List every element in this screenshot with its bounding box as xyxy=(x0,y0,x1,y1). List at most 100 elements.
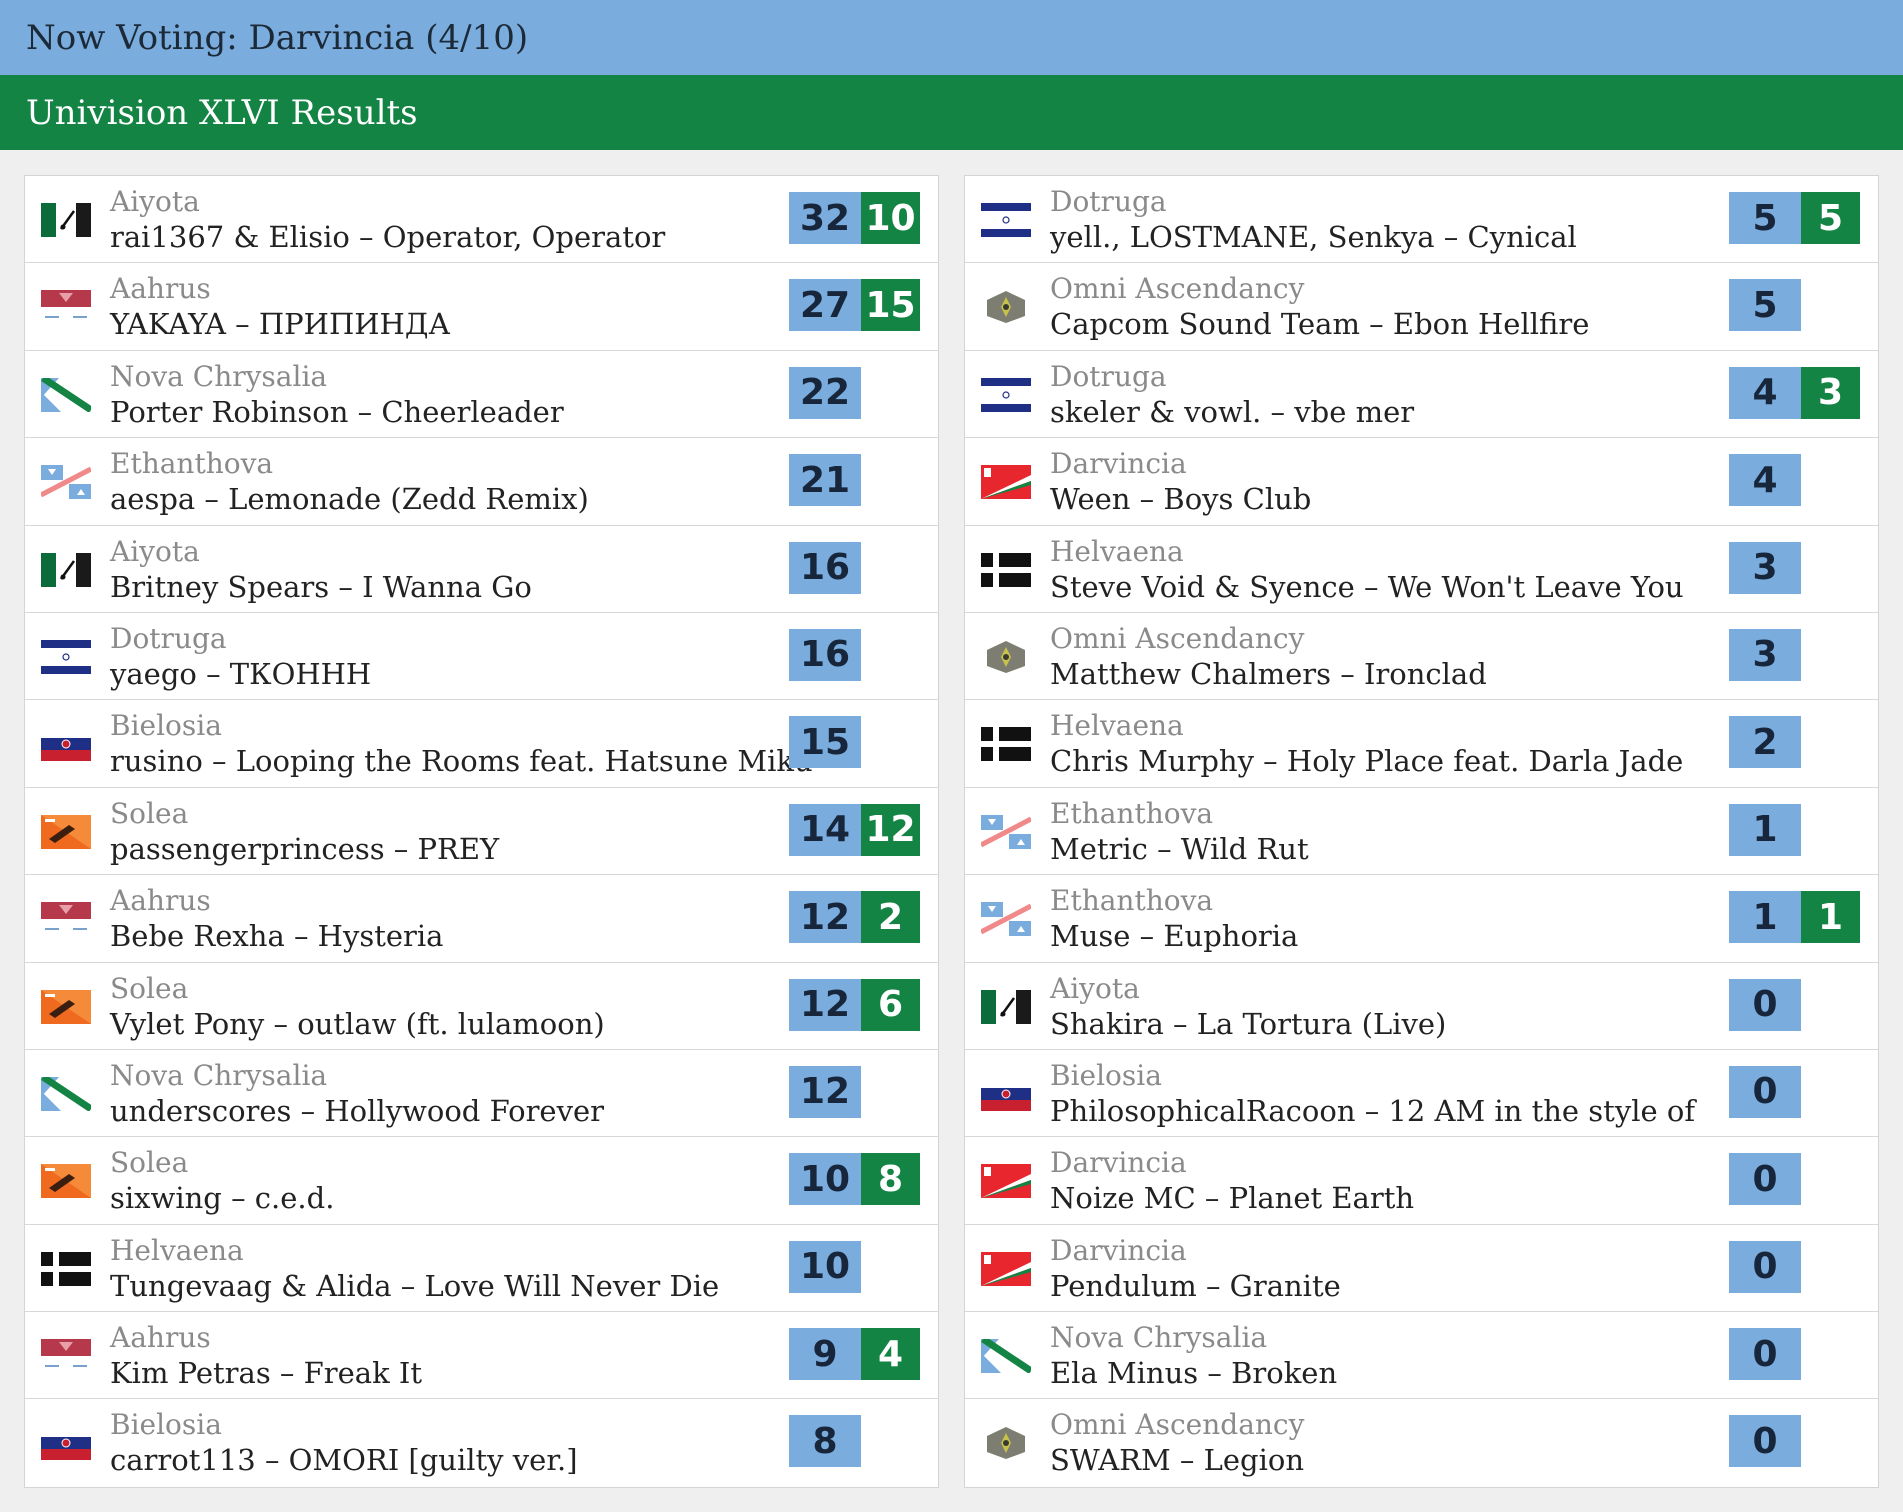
total-points-badge: 3 xyxy=(1729,628,1801,681)
result-row: Bielosia carrot113 – OMORI [guilty ver.]… xyxy=(25,1399,938,1486)
entry-text: Omni Ascendancy Matthew Chalmers – Ironc… xyxy=(1050,621,1728,692)
total-points-badge: 5 xyxy=(1729,279,1801,332)
song-title: Muse – Euphoria xyxy=(1050,919,1299,954)
total-points-badge: 2 xyxy=(1729,716,1801,769)
nova-flag-icon xyxy=(981,1339,1031,1374)
omni-flag-icon xyxy=(981,639,1031,674)
entry-text: Ethanthova Muse – Euphoria xyxy=(1050,883,1728,954)
helvaena-flag-icon xyxy=(41,1251,91,1286)
total-points-badge: 5 xyxy=(1729,192,1801,244)
entry-text: Ethanthova aespa – Lemonade (Zedd Remix) xyxy=(110,446,788,517)
entry-text: Helvaena Steve Void & Syence – We Won't … xyxy=(1050,534,1728,605)
country-name: Dotruga xyxy=(1050,359,1167,393)
entry-text: Helvaena Chris Murphy – Holy Place feat.… xyxy=(1050,708,1728,779)
total-points-badge: 0 xyxy=(1729,1240,1801,1293)
result-row: Ethanthova Metric – Wild Rut 1 xyxy=(965,788,1878,876)
song-title: rusino – Looping the Rooms feat. Hatsune… xyxy=(110,744,813,779)
song-title: Steve Void & Syence – We Won't Leave You xyxy=(1050,569,1684,604)
entry-text: Dotruga skeler & vowl. – vbe mer xyxy=(1050,359,1728,430)
song-title: underscores – Hollywood Forever xyxy=(110,1093,605,1128)
song-title: Britney Spears – I Wanna Go xyxy=(110,569,532,604)
result-row: Aiyota rai1367 & Elisio – Operator, Oper… xyxy=(25,176,938,264)
entry-text: Helvaena Tungevaag & Alida – Love Will N… xyxy=(110,1233,788,1304)
entry-text: Nova Chrysalia underscores – Hollywood F… xyxy=(110,1058,788,1129)
jury-points-badge: 2 xyxy=(861,891,920,944)
result-row: Omni Ascendancy Matthew Chalmers – Ironc… xyxy=(965,613,1878,701)
result-row: Helvaena Chris Murphy – Holy Place feat.… xyxy=(965,700,1878,788)
country-name: Bielosia xyxy=(1050,1058,1162,1092)
entry-text: Bielosia PhilosophicalRacoon – 12 AM in … xyxy=(1050,1058,1728,1129)
entry-text: Nova Chrysalia Ela Minus – Broken xyxy=(1050,1320,1728,1391)
result-row: Aiyota Britney Spears – I Wanna Go 16 xyxy=(25,526,938,613)
result-row: Aahrus YAKAYA – ПРИПИНДА 27 15 xyxy=(25,263,938,351)
dotruga-flag-icon xyxy=(41,639,91,674)
country-name: Solea xyxy=(110,1146,189,1180)
entry-text: Dotruga yaego – ТКОННН xyxy=(110,621,788,692)
song-title: Capcom Sound Team – Ebon Hellfire xyxy=(1050,307,1590,342)
entry-text: Aiyota Shakira – La Tortura (Live) xyxy=(1050,971,1728,1042)
entry-text: Ethanthova Metric – Wild Rut xyxy=(1050,796,1728,867)
bielosia-flag-icon xyxy=(41,727,91,762)
result-row: Nova Chrysalia underscores – Hollywood F… xyxy=(25,1050,938,1138)
total-points-badge: 12 xyxy=(789,1065,861,1118)
country-name: Darvincia xyxy=(1050,1146,1187,1180)
result-row: Dotruga yell., LOSTMANE, Senkya – Cynica… xyxy=(965,176,1878,264)
country-name: Omni Ascendancy xyxy=(1050,1408,1305,1442)
result-row: Solea passengerprincess – PREY 14 12 xyxy=(25,788,938,876)
total-points-badge: 27 xyxy=(789,279,861,332)
total-points-badge: 0 xyxy=(1729,1328,1801,1381)
total-points-badge: 12 xyxy=(789,891,861,944)
total-points-badge: 1 xyxy=(1729,891,1801,944)
total-points-badge: 0 xyxy=(1729,978,1801,1031)
song-title: Kim Petras – Freak It xyxy=(110,1356,422,1391)
song-title: passengerprincess – PREY xyxy=(110,831,500,866)
country-name: Aiyota xyxy=(110,534,200,568)
entry-text: Darvincia Ween – Boys Club xyxy=(1050,446,1728,517)
entry-text: Bielosia rusino – Looping the Rooms feat… xyxy=(110,708,813,779)
result-row: Dotruga skeler & vowl. – vbe mer 4 3 xyxy=(965,351,1878,439)
result-row: Helvaena Tungevaag & Alida – Love Will N… xyxy=(25,1225,938,1313)
total-points-badge: 22 xyxy=(789,366,861,419)
total-points-badge: 12 xyxy=(789,978,861,1031)
jury-points-badge: 6 xyxy=(861,978,920,1031)
results-header: Univision XLVI Results xyxy=(0,75,1903,150)
country-name: Bielosia xyxy=(110,709,222,743)
country-name: Bielosia xyxy=(110,1408,222,1442)
total-points-badge: 10 xyxy=(789,1240,861,1293)
now-voting-bar: Now Voting: Darvincia (4/10) xyxy=(0,0,1903,75)
results-column-right: Dotruga yell., LOSTMANE, Senkya – Cynica… xyxy=(964,175,1879,1488)
entry-text: Darvincia Noize MC – Planet Earth xyxy=(1050,1145,1728,1216)
jury-points-badge: 4 xyxy=(861,1328,920,1381)
total-points-badge: 32 xyxy=(789,192,861,244)
total-points-badge: 4 xyxy=(1729,366,1801,419)
country-name: Aiyota xyxy=(1050,971,1140,1005)
total-points-badge: 10 xyxy=(789,1153,861,1206)
result-row: Ethanthova aespa – Lemonade (Zedd Remix)… xyxy=(25,438,938,526)
aahrus-flag-icon xyxy=(41,1339,91,1374)
total-points-badge: 0 xyxy=(1729,1153,1801,1206)
song-title: Vylet Pony – outlaw (ft. lulamoon) xyxy=(110,1006,605,1041)
jury-points-badge: 15 xyxy=(861,279,920,332)
result-row: Bielosia PhilosophicalRacoon – 12 AM in … xyxy=(965,1050,1878,1138)
song-title: Metric – Wild Rut xyxy=(1050,831,1309,866)
country-name: Ethanthova xyxy=(110,447,274,481)
country-name: Dotruga xyxy=(110,621,227,655)
total-points-badge: 9 xyxy=(789,1328,861,1381)
country-name: Ethanthova xyxy=(1050,884,1214,918)
song-title: Porter Robinson – Cheerleader xyxy=(110,394,564,429)
jury-points-badge: 1 xyxy=(1801,891,1860,944)
result-row: Nova Chrysalia Porter Robinson – Cheerle… xyxy=(25,351,938,439)
country-name: Helvaena xyxy=(1050,709,1184,743)
results-column-left: Aiyota rai1367 & Elisio – Operator, Oper… xyxy=(24,175,939,1488)
aahrus-flag-icon xyxy=(41,902,91,937)
entry-text: Dotruga yell., LOSTMANE, Senkya – Cynica… xyxy=(1050,184,1728,255)
aiyota-flag-icon xyxy=(41,552,91,587)
solea-flag-icon xyxy=(41,1164,91,1199)
entry-text: Aahrus Kim Petras – Freak It xyxy=(110,1320,788,1391)
song-title: Ween – Boys Club xyxy=(1050,482,1312,517)
nova-flag-icon xyxy=(41,1076,91,1111)
song-title: sixwing – c.e.d. xyxy=(110,1181,335,1216)
entry-text: Aiyota Britney Spears – I Wanna Go xyxy=(110,534,788,605)
results-columns: Aiyota rai1367 & Elisio – Operator, Oper… xyxy=(24,175,1879,1488)
ethanthova-flag-icon xyxy=(981,902,1031,937)
